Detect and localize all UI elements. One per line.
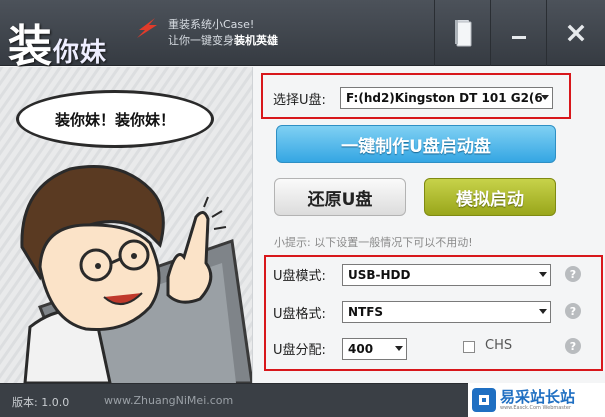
slogan-line2: 让你一键变身装机英雄 [168,33,278,49]
logo-char: 装 [8,21,53,72]
watermark-text: 易采站长站 [500,387,576,406]
usb-mode-value: USB-HDD [348,268,411,282]
usb-alloc-label: U盘分配: [273,343,326,358]
watermark-subtext: www.Easck.Com Webmaster [500,404,572,411]
logo-flash-icon [137,18,157,38]
chevron-down-icon [541,95,549,100]
chs-checkbox[interactable] [463,341,475,353]
slogan-line2-prefix: 让你一键变身 [168,34,234,47]
slogan-line1: 重装系统小Case! [168,18,255,31]
minimize-button[interactable] [490,0,546,66]
tip-text: 小提示: 以下设置一般情况下可以不用动! [274,236,473,249]
watermark-logo-icon [472,388,496,412]
speech-bubble: 装你妹！装你妹！ [16,90,214,148]
slogan: 重装系统小Case! 让你一键变身装机英雄 [168,17,278,49]
logo-rest: 你妹 [53,38,108,68]
close-icon [567,24,585,42]
usb-format-dropdown[interactable]: NTFS [342,301,551,323]
watermark-text-block: 易采站长站 www.Easck.Com Webmaster [500,389,575,412]
chevron-down-icon [395,346,403,351]
slogan-line2-bold: 装机英雄 [234,34,278,47]
alloc-help-icon[interactable]: ? [565,338,581,354]
usb-format-value: NTFS [348,305,384,319]
chs-label: CHS [485,338,513,353]
help-book-button[interactable] [434,0,490,66]
version-text: 版本: 1.0.0 [12,396,70,409]
make-bootable-usb-button[interactable]: 一键制作U盘启动盘 [276,125,556,163]
chevron-down-icon [539,309,547,314]
minimize-icon [511,36,526,39]
usb-alloc-value: 400 [348,342,374,356]
app-window: 装你妹 重装系统小Case! 让你一键变身装机英雄 装你妹！装你妹！ 选择U盘:… [0,0,605,417]
chevron-down-icon [539,272,547,277]
usb-select-value: F:(hd2)Kingston DT 101 G2(6 [346,91,543,105]
usb-format-label: U盘格式: [273,307,326,322]
usb-mode-dropdown[interactable]: USB-HDD [342,264,551,286]
watermark: 易采站长站 www.Easck.Com Webmaster [468,383,605,417]
format-help-icon[interactable]: ? [565,303,581,319]
simulate-boot-button[interactable]: 模拟启动 [424,178,556,216]
app-logo: 装你妹 [8,10,107,74]
title-bar: 装你妹 重装系统小Case! 让你一键变身装机英雄 [0,0,605,72]
illustration-panel: 装你妹！装你妹！ [0,67,253,383]
usb-alloc-dropdown[interactable]: 400 [342,338,407,360]
usb-select-dropdown[interactable]: F:(hd2)Kingston DT 101 G2(6 [340,87,553,109]
website-link[interactable]: www.ZhuangNiMei.com [104,394,233,407]
restore-usb-button[interactable]: 还原U盘 [274,178,406,216]
usb-mode-label: U盘模式: [273,269,326,284]
mode-help-icon[interactable]: ? [565,266,581,282]
close-button[interactable] [546,0,605,66]
book-icon [454,20,471,47]
usb-select-label: 选择U盘: [273,93,326,108]
